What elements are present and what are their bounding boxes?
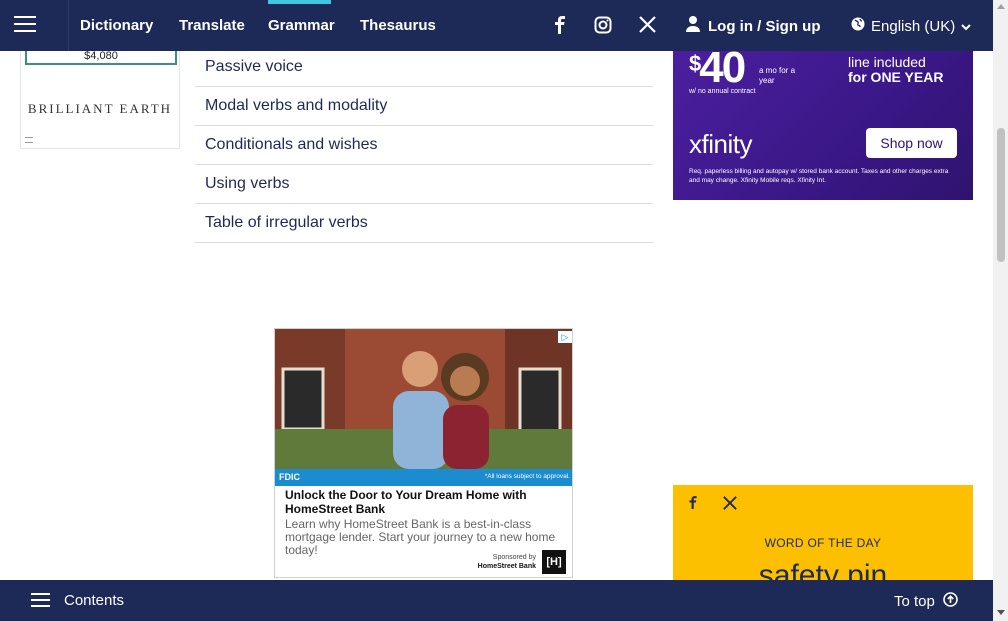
to-top-button[interactable]: To top [894,592,958,611]
ad-headline[interactable]: Unlock the Door to Your Dream Home with … [285,488,565,516]
x-icon[interactable] [639,16,656,38]
to-top-label: To top [894,593,935,610]
facebook-icon[interactable] [553,16,567,39]
scroll-down-icon[interactable] [997,610,1005,615]
bottom-bar: Contents To top [0,580,993,621]
fdic-label: FDIC [279,472,300,482]
loan-note: *All loans subject to approval. [484,473,570,480]
homestreet-bank-ad[interactable]: ▷ FDIC *All loans subject to approval. U… [274,328,573,578]
ad-menu-icon[interactable] [25,137,33,143]
list-item[interactable]: Table of irregular verbs [195,204,653,243]
grammar-topic-list: Passive voice Modal verbs and modality C… [195,48,653,243]
list-item[interactable]: Modal verbs and modality [195,87,653,126]
menu-icon[interactable] [14,16,36,34]
nav-thesaurus[interactable]: Thesaurus [360,17,436,34]
nav-divider [68,0,69,51]
nav-grammar[interactable]: Grammar [268,17,335,34]
wotd-title: WORD OF THE DAY [764,536,882,550]
login-label: Log in / Sign up [708,17,821,35]
ad-price: $40 [689,51,746,92]
ad-price-period: a mo for a year [759,66,796,85]
active-tab-indicator [268,0,331,4]
nav-dictionary[interactable]: Dictionary [80,17,153,34]
ad-brand: BRILLIANT EARTH [27,101,173,116]
ad-choices-icon[interactable]: ▷ [558,331,572,343]
globe-icon [851,17,865,35]
scroll-up-icon[interactable] [997,4,1005,9]
x-icon[interactable] [723,496,737,515]
list-item[interactable]: Passive voice [195,48,653,87]
vertical-scrollbar[interactable] [993,0,1008,621]
homestreet-logo: [H] [542,550,566,574]
instagram-icon[interactable] [594,16,612,39]
nav-translate[interactable]: Translate [179,17,245,34]
word-of-the-day-card: WORD OF THE DAY safety pin [673,485,973,585]
language-label: English (UK) [871,17,956,35]
chevron-down-icon [961,18,971,35]
shop-now-button[interactable]: Shop now [866,128,957,158]
ad-body: Learn why HomeStreet Bank is a best-in-c… [285,517,556,557]
user-icon [686,16,700,36]
login-link[interactable]: Log in / Sign up [686,16,820,36]
facebook-icon[interactable] [688,495,698,515]
list-item[interactable]: Conditionals and wishes [195,126,653,165]
language-selector[interactable]: English (UK) [851,17,971,35]
list-item[interactable]: Using verbs [195,165,653,204]
scrollbar-thumb[interactable] [997,128,1005,262]
ad-sponsor: Sponsored by HomeStreet Bank [477,554,536,570]
top-navigation: Dictionary Translate Grammar Thesaurus L… [0,0,993,51]
xfinity-logo: xfinity [689,129,752,159]
contents-menu-icon[interactable] [31,593,50,611]
ad-disclaimer-band: FDIC *All loans subject to approval. [275,469,572,486]
arrow-up-icon [943,592,958,611]
ad-offer: line included for ONE YEAR [848,54,944,85]
ad-contract-note: w/ no annual contract [689,88,756,95]
ad-fine-print: Req. paperless billing and autopay w/ st… [689,168,949,184]
contents-button[interactable]: Contents [64,592,124,609]
ad-image: ▷ [275,329,572,469]
brilliant-earth-ad[interactable]: $4,080 BRILLIANT EARTH [20,51,180,149]
ad-price: $4,080 [25,51,177,65]
xfinity-ad[interactable]: $40 a mo for a year w/ no annual contrac… [673,51,973,200]
